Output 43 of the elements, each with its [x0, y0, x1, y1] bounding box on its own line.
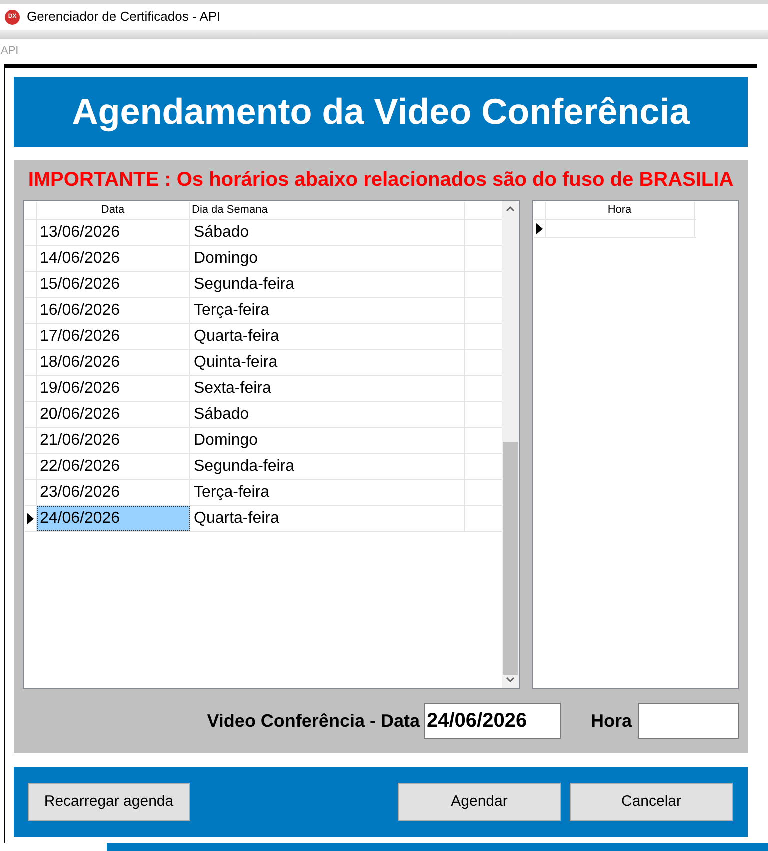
date-cell[interactable]: 17/06/2026 [37, 324, 190, 349]
schedule-button[interactable]: Agendar [398, 783, 561, 821]
weekday-cell[interactable]: Sábado [190, 402, 465, 427]
window-subtitle: API [0, 44, 19, 60]
weekday-cell[interactable]: Quarta-feira [190, 324, 465, 349]
date-label: Video Conferência - Data [207, 710, 420, 732]
current-row-icon [27, 512, 34, 524]
date-cell[interactable]: 22/06/2026 [37, 454, 190, 479]
column-header[interactable]: Hora [546, 202, 695, 219]
window-title: Gerenciador de Certificados - API [27, 8, 221, 26]
weekday-cell[interactable]: Terça-feira [190, 480, 465, 505]
weekday-cell[interactable]: Domingo [190, 428, 465, 453]
date-cell[interactable]: 13/06/2026 [37, 220, 190, 245]
date-cell[interactable]: 15/06/2026 [37, 272, 190, 297]
date-cell[interactable]: 18/06/2026 [37, 350, 190, 375]
weekday-cell[interactable]: Segunda-feira [190, 272, 465, 297]
date-cell[interactable]: 23/06/2026 [37, 480, 190, 505]
date-cell[interactable]: 24/06/2026 [37, 506, 190, 531]
reload-button[interactable]: Recarregar agenda [28, 783, 190, 821]
weekday-cell[interactable]: Quarta-feira [190, 506, 465, 531]
weekday-cell[interactable]: Domingo [190, 246, 465, 271]
date-cell[interactable]: 14/06/2026 [37, 246, 190, 271]
weekday-cell[interactable]: Sábado [190, 220, 465, 245]
scrollbar-thumb[interactable] [502, 442, 518, 675]
weekday-cell[interactable]: Sexta-feira [190, 376, 465, 401]
date-cell[interactable]: 20/06/2026 [37, 402, 190, 427]
date-cell[interactable]: 19/06/2026 [37, 376, 190, 401]
timezone-notice: IMPORTANTE : Os horários abaixo relacionados são do fuso de BRASILIA [28, 170, 734, 190]
cancel-button[interactable]: Cancelar [570, 783, 733, 821]
scroll-up-icon[interactable] [506, 206, 515, 212]
weekday-cell[interactable]: Quinta-feira [190, 350, 465, 375]
hour-label: Hora [590, 710, 632, 732]
dialog-title: Agendamento da Video Conferência [72, 94, 690, 130]
vertical-scrollbar[interactable] [502, 201, 519, 688]
column-header[interactable]: Dia da Semana [190, 202, 465, 219]
weekday-cell[interactable]: Terça-feira [190, 298, 465, 323]
column-header[interactable]: Data [37, 202, 190, 219]
weekday-cell[interactable]: Segunda-feira [190, 454, 465, 479]
hour-input[interactable] [638, 703, 739, 739]
date-input[interactable]: 24/06/2026 [424, 703, 561, 739]
date-cell[interactable]: 21/06/2026 [37, 428, 190, 453]
date-cell[interactable]: 16/06/2026 [37, 298, 190, 323]
scroll-down-icon[interactable] [506, 677, 515, 683]
